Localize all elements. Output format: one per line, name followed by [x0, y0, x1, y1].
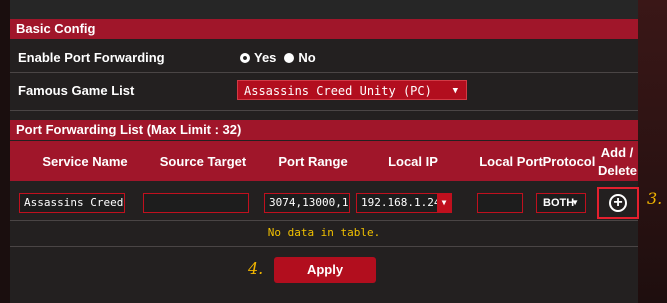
port-range-input[interactable]: 3074,13000,1: [264, 193, 350, 213]
chevron-down-icon: ▼: [452, 86, 458, 96]
col-protocol: Protocol: [542, 154, 596, 169]
col-add-delete: Add / Delete: [598, 145, 638, 178]
divider: [10, 110, 638, 111]
protocol-select[interactable]: BOTH ▼: [536, 193, 586, 213]
col-local-ip: Local IP: [388, 154, 438, 169]
port-forwarding-list-header: Port Forwarding List (Max Limit : 32): [10, 120, 638, 140]
service-name-input[interactable]: Assassins Creed: [19, 193, 125, 213]
source-target-input[interactable]: [143, 193, 249, 213]
basic-config-header: Basic Config: [10, 19, 638, 39]
top-band: [10, 0, 638, 19]
add-button[interactable]: +: [597, 187, 639, 219]
local-port-input[interactable]: [477, 193, 523, 213]
col-port-range: Port Range: [278, 154, 348, 169]
apply-button[interactable]: Apply: [274, 257, 376, 283]
no-label: No: [298, 50, 316, 65]
local-ip-input[interactable]: 192.168.1.24 ▼: [356, 193, 452, 213]
enable-radio-group: Yes No: [240, 50, 316, 65]
divider: [10, 72, 638, 73]
divider: [10, 220, 638, 221]
chevron-down-icon[interactable]: ▼: [437, 194, 451, 212]
famous-game-value: Assassins Creed Unity (PC): [244, 84, 432, 98]
plus-circle-icon: +: [609, 194, 627, 212]
step-3-annotation: 3.: [647, 189, 663, 208]
background-strip: [638, 0, 667, 303]
step-4-annotation: 4.: [248, 259, 264, 278]
col-service-name: Service Name: [42, 154, 128, 169]
chevron-down-icon: ▼: [571, 198, 579, 207]
protocol-value: BOTH: [543, 197, 575, 209]
famous-game-select[interactable]: Assassins Creed Unity (PC) ▼: [237, 80, 467, 100]
enable-port-forwarding-label: Enable Port Forwarding: [18, 50, 165, 65]
yes-label: Yes: [254, 50, 277, 65]
divider: [10, 246, 638, 247]
empty-table-message: No data in table.: [267, 226, 381, 239]
table-header: Service Name Source Target Port Range Lo…: [10, 141, 638, 181]
no-radio[interactable]: [284, 52, 295, 63]
local-ip-value: 192.168.1.24: [361, 196, 441, 209]
famous-game-list-label: Famous Game List: [18, 83, 135, 98]
col-source-target: Source Target: [159, 154, 247, 169]
yes-radio[interactable]: [240, 52, 250, 63]
